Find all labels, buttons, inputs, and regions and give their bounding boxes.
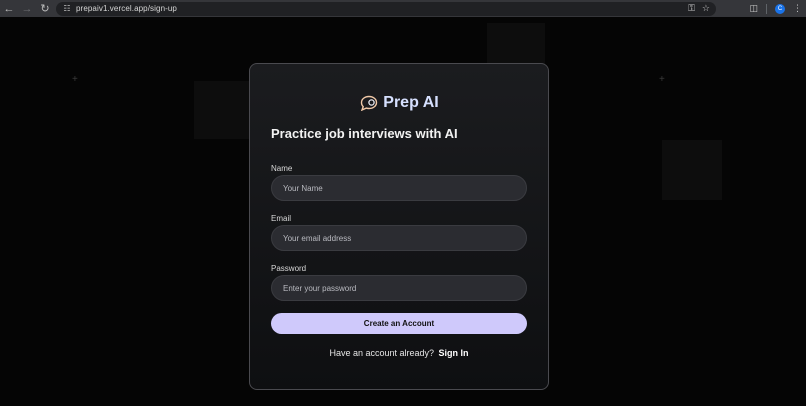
password-key-icon[interactable]: ⚿ xyxy=(688,3,695,14)
name-input[interactable] xyxy=(271,175,527,201)
email-input[interactable] xyxy=(271,225,527,251)
url-text[interactable]: prepaiv1.vercel.app/sign-up xyxy=(76,4,177,13)
page-title: Practice job interviews with AI xyxy=(271,126,458,141)
background-plus-marker: + xyxy=(72,74,78,85)
forward-icon[interactable]: → xyxy=(18,0,36,17)
profile-avatar[interactable]: C xyxy=(775,3,785,14)
sign-up-card: Prep AI Practice job interviews with AI … xyxy=(249,63,549,390)
background-grid-block xyxy=(194,81,250,139)
name-label: Name xyxy=(271,164,293,173)
browser-toolbar: ← → ↻ ☷ prepaiv1.vercel.app/sign-up ⚿ ☆ … xyxy=(0,0,806,17)
menu-kebab-icon[interactable]: ⋮ xyxy=(793,3,802,14)
sign-in-link[interactable]: Sign In xyxy=(439,348,469,358)
back-icon[interactable]: ← xyxy=(0,0,18,17)
sign-in-prompt-text: Have an account already? xyxy=(329,348,435,358)
chat-bubble-icon xyxy=(359,95,379,111)
background-grid-block xyxy=(662,140,722,200)
password-input[interactable] xyxy=(271,275,527,301)
background-grid-block xyxy=(487,23,545,65)
bookmark-star-icon[interactable]: ☆ xyxy=(702,3,710,14)
address-bar[interactable]: ☷ prepaiv1.vercel.app/sign-up ⚿ ☆ xyxy=(56,1,716,16)
toolbar-divider xyxy=(766,3,767,14)
create-account-button[interactable]: Create an Account xyxy=(271,313,527,334)
sign-in-prompt: Have an account already? Sign In xyxy=(250,348,548,358)
extensions-icon[interactable]: ◫ xyxy=(749,3,758,14)
reload-icon[interactable]: ↻ xyxy=(36,0,54,17)
background-plus-marker: + xyxy=(659,74,665,85)
email-label: Email xyxy=(271,214,292,223)
brand-logo: Prep AI xyxy=(250,94,548,112)
brand-name: Prep AI xyxy=(383,94,439,111)
page-background: + + Prep AI Practice job interviews with… xyxy=(0,17,806,406)
password-label: Password xyxy=(271,264,307,273)
site-settings-icon[interactable]: ☷ xyxy=(60,3,74,15)
